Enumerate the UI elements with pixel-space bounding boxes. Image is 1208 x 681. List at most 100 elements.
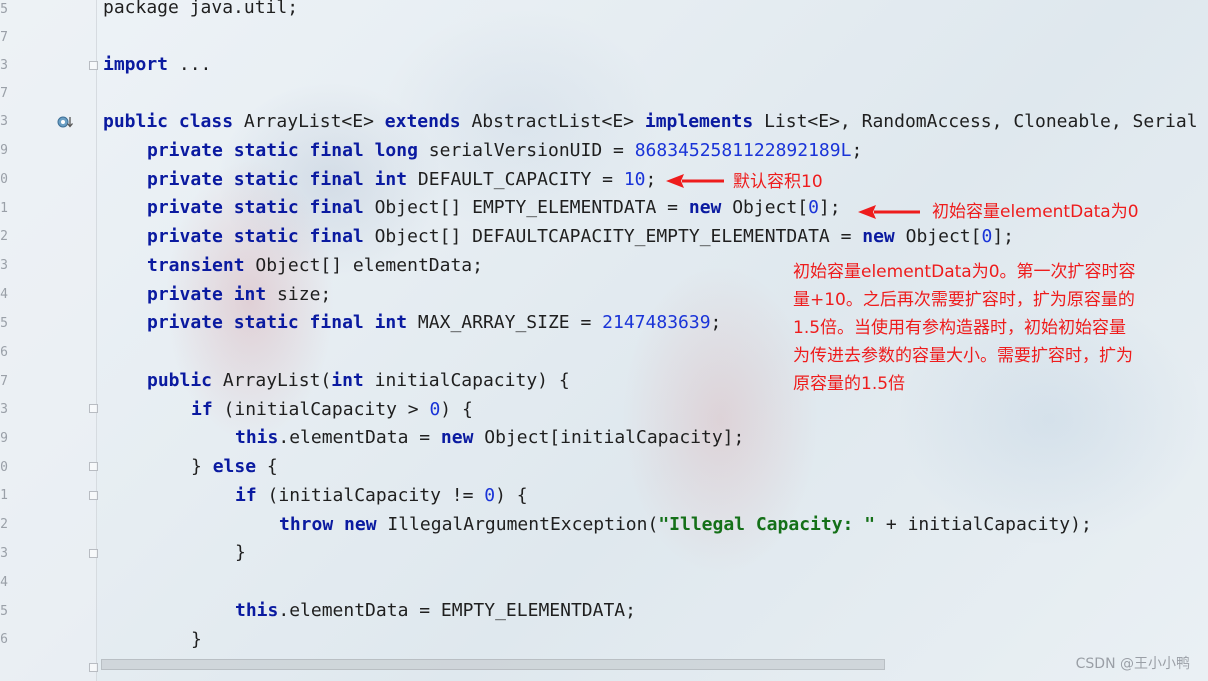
code-text: ]; <box>818 197 841 218</box>
fold-toggle[interactable] <box>89 61 98 70</box>
line-number: 9 <box>0 431 8 446</box>
annotation-line: 1.5倍。当使用有参构造器时，初始初始容量 <box>793 318 1127 338</box>
code-text: .elementData = EMPTY_ELEMENTDATA; <box>278 600 636 621</box>
implements-gutter-icon[interactable] <box>57 114 75 130</box>
annotation-arrow <box>666 174 724 188</box>
code-line-assign-new-array: this.elementData = new Object[initialCap… <box>235 427 744 449</box>
keyword: extends <box>384 111 461 132</box>
keyword: this <box>235 600 279 621</box>
code-text: ; <box>851 140 863 161</box>
code-line-max-array-size: private static final int MAX_ARRAY_SIZE … <box>147 312 721 334</box>
line-number: 1 <box>0 488 8 503</box>
code-line-constructor: public ArrayList(int initialCapacity) { <box>147 370 570 392</box>
line-number: 0 <box>0 172 8 187</box>
code-text: ) { <box>495 485 528 506</box>
code-text: DEFAULT_CAPACITY = <box>407 169 624 190</box>
keyword: new <box>688 197 722 218</box>
line-number: 5 <box>0 2 8 17</box>
line-number: 5 <box>0 604 8 619</box>
line-number: 3 <box>0 58 8 73</box>
code-text: size; <box>266 284 332 305</box>
keyword: public class <box>103 111 234 132</box>
annotation-line: 原容量的1.5倍 <box>793 374 906 394</box>
keyword: if <box>191 399 213 420</box>
keyword: private static final int <box>147 312 408 333</box>
fold-toggle[interactable] <box>89 549 98 558</box>
code-text: Object[ <box>894 226 982 247</box>
keyword: private static final <box>147 226 364 247</box>
line-number: 2 <box>0 517 8 532</box>
line-number: 1 <box>0 201 8 216</box>
keyword: else <box>212 456 257 477</box>
fold-toggle[interactable] <box>89 462 98 471</box>
annotation-line: 为传进去参数的容量大小。需要扩容时，扩为 <box>793 346 1133 366</box>
number-literal: 10 <box>623 169 646 190</box>
line-number: 7 <box>0 30 8 45</box>
line-number: 4 <box>0 287 8 302</box>
number-literal: 0 <box>484 485 496 506</box>
line-gutter: 5 7 3 7 3 9 0 1 2 3 4 5 6 7 3 9 0 1 2 3 … <box>0 0 97 681</box>
line-number: 3 <box>0 258 8 273</box>
keyword: private static final long <box>147 140 418 161</box>
keyword: import <box>103 54 169 75</box>
number-literal: 0 <box>429 399 441 420</box>
code-text: ]; <box>992 226 1014 247</box>
code-text: ArrayList( <box>212 370 332 391</box>
code-line-if-positive: if (initialCapacity > 0) { <box>191 399 473 421</box>
code-line-close-brace: } <box>191 629 202 650</box>
code-text: MAX_ARRAY_SIZE = <box>407 312 603 333</box>
line-number: 0 <box>0 460 8 475</box>
horizontal-scrollbar[interactable] <box>101 659 885 670</box>
annotation-block: 初始容量elementData为0。第一次扩容时容 量+10。之后再次需要扩容时… <box>793 258 1203 398</box>
line-number: 6 <box>0 632 8 647</box>
fold-toggle[interactable] <box>89 491 98 500</box>
code-text: .elementData = <box>278 427 441 448</box>
keyword: private static final <box>147 197 364 218</box>
line-number: 4 <box>0 575 8 590</box>
line-number: 2 <box>0 229 8 244</box>
code-text: } <box>191 456 213 477</box>
code-line-transient: transient Object[] elementData; <box>147 255 483 277</box>
code-line-close-brace: } <box>235 542 246 563</box>
line-number: 9 <box>0 143 8 158</box>
line-number: 7 <box>0 374 8 389</box>
code-text: (initialCapacity != <box>256 485 485 506</box>
code-line-class-declaration: public class ArrayList<E> extends Abstra… <box>103 111 1198 133</box>
code-text: Object[] EMPTY_ELEMENTDATA = <box>363 197 689 218</box>
code-line-else: } else { <box>191 456 278 478</box>
number-literal: 8683452581122892189L <box>634 140 852 161</box>
code-text: Object[ <box>721 197 809 218</box>
line-number: 3 <box>0 114 8 129</box>
annotation-arrow <box>858 205 920 219</box>
keyword: private int <box>147 284 267 305</box>
keyword: private static final int <box>147 169 408 190</box>
code-text: Object[] elementData; <box>244 255 483 276</box>
fold-toggle[interactable] <box>89 663 98 672</box>
code-text: ) { <box>440 399 473 420</box>
annotation-default-capacity: 默认容积10 <box>733 172 823 192</box>
keyword: new <box>862 226 895 247</box>
code-line-if-nonzero: if (initialCapacity != 0) { <box>235 485 528 507</box>
number-literal: 2147483639 <box>602 312 711 333</box>
fold-toggle[interactable] <box>89 404 98 413</box>
number-literal: 0 <box>808 197 819 218</box>
code-text: ; <box>710 312 722 333</box>
number-literal: 0 <box>981 226 993 247</box>
line-number: 3 <box>0 546 8 561</box>
csdn-watermark: CSDN @王小小鸭 <box>1075 656 1190 672</box>
code-text: initialCapacity) { <box>363 370 570 391</box>
keyword: this <box>235 427 279 448</box>
code-text: + initialCapacity); <box>875 514 1092 535</box>
annotation-empty-elementdata: 初始容量elementData为0 <box>932 202 1139 222</box>
keyword: int <box>331 370 364 391</box>
keyword: new <box>440 427 474 448</box>
code-line-defaultcapacity-empty: private static final Object[] DEFAULTCAP… <box>147 226 1014 248</box>
code-text: { <box>256 456 278 477</box>
code-text: (initialCapacity > <box>212 399 430 420</box>
code-text: Object[] DEFAULTCAPACITY_EMPTY_ELEMENTDA… <box>363 226 863 247</box>
code-line-empty-elementdata: private static final Object[] EMPTY_ELEM… <box>147 197 841 219</box>
code-line-serial-version: private static final long serialVersionU… <box>147 140 862 162</box>
line-number: 3 <box>0 402 8 417</box>
code-text: ; <box>645 169 657 190</box>
keyword: if <box>235 485 257 506</box>
